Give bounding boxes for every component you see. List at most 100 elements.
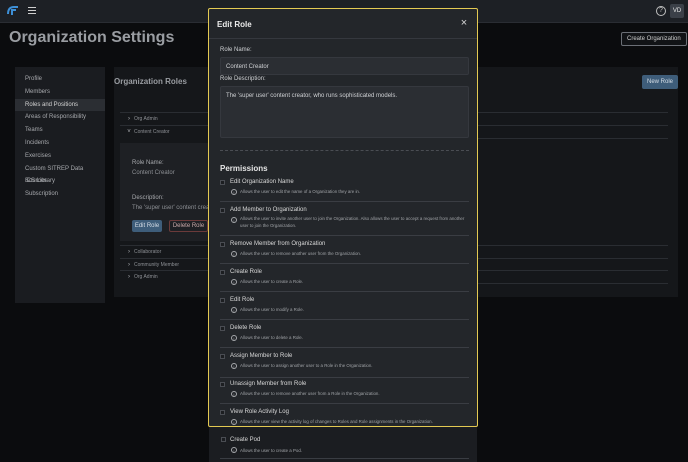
- divider: [478, 112, 668, 113]
- chevron-down-icon: ˅: [127, 129, 131, 135]
- permission-description: Allows the user to modify a Role.: [240, 307, 304, 312]
- permission-description: Allows the user to invite another user t…: [240, 216, 465, 228]
- menu-icon[interactable]: [28, 7, 36, 14]
- permissions-title: Permissions: [220, 164, 268, 173]
- role-name-value: Content Creator: [132, 170, 175, 176]
- sidebar-item-custom-sitrep[interactable]: Custom SITREP Data Sources: [15, 163, 105, 185]
- permission-checkbox[interactable]: [220, 208, 225, 213]
- permission-item: Create Role i Allows the user to create …: [220, 269, 469, 297]
- divider: [478, 270, 668, 271]
- role-row-label: Content Creator: [134, 129, 170, 135]
- role-description-textarea[interactable]: The 'super user' content creator, who ru…: [220, 86, 469, 138]
- role-row-label: Community Member: [134, 262, 180, 268]
- permission-checkbox[interactable]: [220, 410, 225, 415]
- modal-title: Edit Role: [217, 20, 252, 29]
- info-icon: i: [231, 217, 237, 223]
- permission-description: Allows the user to create a Pod.: [240, 448, 302, 453]
- permission-checkbox[interactable]: [220, 242, 225, 247]
- permission-list-overflow: [209, 427, 477, 462]
- permission-name: Assign Member to Role: [230, 353, 293, 359]
- permission-checkbox[interactable]: [220, 382, 225, 387]
- permission-description: Allows the user to edit the name of a Or…: [240, 189, 361, 194]
- permission-description: Allows the user to remove another user f…: [240, 251, 362, 256]
- role-description-label: Role Description:: [220, 76, 266, 82]
- permission-item: View Role Activity Log i Allows the user…: [220, 409, 469, 426]
- divider: [478, 258, 668, 259]
- avatar[interactable]: VD: [670, 4, 684, 18]
- chevron-right-icon: ›: [128, 249, 130, 255]
- role-name-label: Role Name:: [132, 160, 164, 166]
- divider: [220, 291, 469, 292]
- role-row-label: Org Admin: [134, 116, 158, 122]
- divider: [220, 319, 469, 320]
- permission-description: Allows the user to assign another user t…: [240, 363, 373, 368]
- permission-item: Edit Role i Allows the user to modify a …: [220, 297, 469, 325]
- permission-checkbox[interactable]: [220, 180, 225, 185]
- permission-item: Assign Member to Role i Allows the user …: [220, 353, 469, 381]
- edit-role-modal: Edit Role × Role Name: Content Creator R…: [208, 8, 478, 427]
- create-organization-button[interactable]: Create Organization: [621, 32, 687, 46]
- page-title: Organization Settings: [9, 29, 175, 46]
- role-row[interactable]: › Org Admin: [120, 112, 208, 124]
- sidebar-item-incidents[interactable]: Incidents: [15, 137, 105, 150]
- permission-item: Delete Role i Allows the user to delete …: [220, 325, 469, 353]
- app-logo-icon[interactable]: [6, 4, 20, 18]
- info-icon: i: [231, 419, 237, 425]
- permission-name: Unassign Member from Role: [230, 381, 307, 387]
- help-icon[interactable]: ?: [656, 6, 666, 16]
- permission-description: Allows the user to remove another user f…: [240, 391, 380, 396]
- divider: [478, 125, 668, 126]
- sidebar-item-ics-library[interactable]: ICS Library: [15, 175, 105, 188]
- permission-name: Edit Organization Name: [230, 179, 294, 185]
- role-row[interactable]: › Org Admin: [120, 270, 208, 282]
- permission-checkbox[interactable]: [220, 298, 225, 303]
- permission-item: Add Member to Organization i Allows the …: [220, 207, 469, 243]
- divider: [220, 377, 469, 378]
- info-icon: i: [231, 251, 237, 257]
- sidebar-item-members[interactable]: Members: [15, 86, 105, 99]
- permission-item: Edit Organization Name i Allows the user…: [220, 179, 469, 209]
- divider: [220, 347, 469, 348]
- role-row-label: Collaborator: [134, 249, 162, 255]
- divider: [220, 263, 469, 264]
- divider: [220, 458, 469, 459]
- info-icon: i: [231, 279, 237, 285]
- description-label: Description:: [132, 195, 164, 201]
- divider: [220, 201, 469, 202]
- permission-name: Delete Role: [230, 325, 262, 331]
- info-icon: i: [231, 363, 237, 369]
- permission-name: Create Role: [230, 269, 263, 275]
- permission-description: Allows the user to create a Role.: [240, 279, 304, 284]
- info-icon: i: [231, 307, 237, 313]
- permission-checkbox[interactable]: [220, 270, 225, 275]
- permission-name: Edit Role: [230, 297, 255, 303]
- edit-role-button[interactable]: Edit Role: [132, 220, 162, 232]
- role-row[interactable]: › Community Member: [120, 258, 208, 270]
- permission-name: View Role Activity Log: [230, 409, 289, 415]
- sidebar-item-areas-of-responsibility[interactable]: Areas of Responsibility: [15, 111, 105, 124]
- permission-checkbox[interactable]: [220, 326, 225, 331]
- settings-sidebar: Profile Members Roles and Positions Area…: [15, 67, 105, 303]
- role-row[interactable]: › Collaborator: [120, 245, 208, 257]
- permission-checkbox[interactable]: [221, 437, 226, 442]
- sidebar-item-teams[interactable]: Teams: [15, 124, 105, 137]
- close-icon[interactable]: ×: [459, 18, 469, 29]
- role-name-input[interactable]: Content Creator: [220, 57, 469, 75]
- permission-checkbox[interactable]: [220, 354, 225, 359]
- description-value: The 'super user' content creato: [132, 205, 215, 211]
- new-role-button[interactable]: New Role: [642, 75, 679, 89]
- permission-item: Remove Member from Organization i Allows…: [220, 241, 469, 269]
- chevron-right-icon: ›: [128, 274, 130, 280]
- sidebar-item-profile[interactable]: Profile: [15, 73, 105, 86]
- sidebar-item-roles-and-positions[interactable]: Roles and Positions: [15, 98, 105, 112]
- modal-header: Edit Role ×: [209, 9, 477, 39]
- sidebar-item-subscription[interactable]: Subscription: [15, 188, 105, 201]
- permission-item: Unassign Member from Role i Allows the u…: [220, 381, 469, 409]
- info-icon: i: [231, 391, 237, 397]
- sidebar-item-exercises[interactable]: Exercises: [15, 150, 105, 163]
- divider: [220, 403, 469, 404]
- role-row[interactable]: ˅ Content Creator: [120, 125, 208, 137]
- info-icon: i: [231, 335, 237, 341]
- role-row-label: Org Admin: [134, 274, 158, 280]
- delete-role-button[interactable]: Delete Role: [169, 220, 208, 232]
